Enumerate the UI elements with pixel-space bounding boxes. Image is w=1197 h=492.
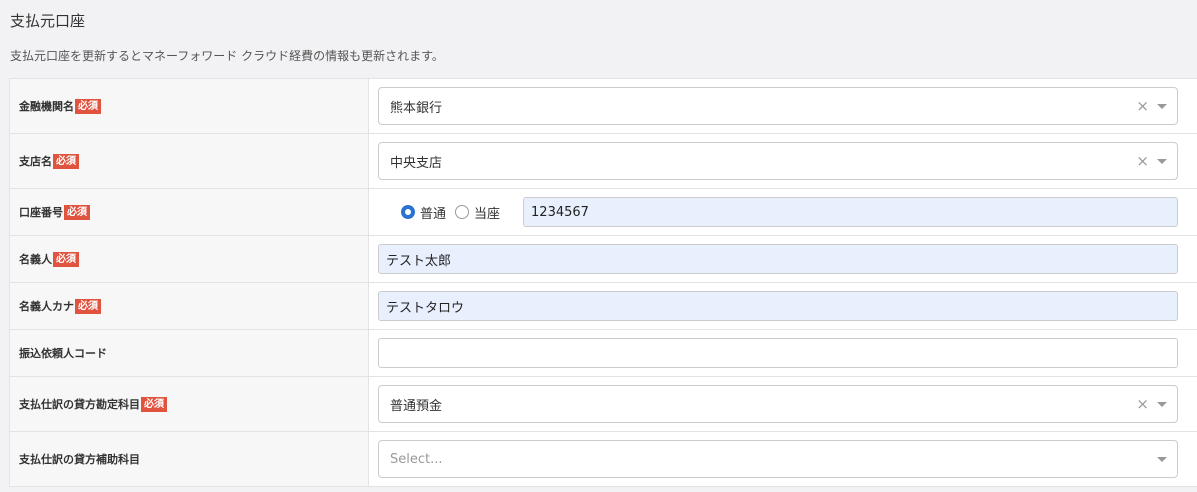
required-badge: 必須 [75, 298, 101, 314]
holder-kana-input[interactable] [378, 291, 1178, 321]
row-holder-kana: 名義人カナ 必須 [9, 283, 1197, 330]
select-controls [1157, 441, 1167, 477]
credit-account-value: 普通預金 [390, 398, 443, 414]
payment-source-account-page: 支払元口座 支払元口座を更新するとマネーフォワード クラウド経費の情報も更新され… [0, 0, 1197, 492]
field-label-requester-code: 振込依頼人コード [19, 347, 107, 360]
label-cell: 金融機関名 必須 [10, 79, 369, 133]
radio-touza-label: 当座 [474, 206, 501, 222]
dropdown-arrow-icon[interactable] [1157, 158, 1167, 164]
required-badge: 必須 [53, 153, 79, 169]
branch-name-select[interactable]: 中央支店 × [378, 142, 1178, 180]
value-cell [369, 330, 1197, 376]
section-title: 支払元口座 [10, 12, 86, 30]
dropdown-arrow-icon[interactable] [1157, 103, 1167, 109]
field-label-branch-name: 支店名 [19, 155, 52, 168]
required-badge: 必須 [53, 251, 79, 267]
row-requester-code: 振込依頼人コード [9, 330, 1197, 377]
branch-name-value: 中央支店 [390, 155, 443, 171]
radio-futsu[interactable]: 普通 [401, 203, 446, 222]
label-cell: 支払仕訳の貸方補助科目 [10, 432, 369, 486]
bank-name-select[interactable]: 熊本銀行 × [378, 87, 1178, 125]
row-credit-account: 支払仕訳の貸方勘定科目 必須 普通預金 × [9, 377, 1197, 432]
account-type-radio-group: 普通 当座 [401, 203, 509, 222]
field-label-holder-name: 名義人 [19, 253, 52, 266]
dropdown-arrow-icon[interactable] [1157, 456, 1167, 462]
value-cell: Select... [369, 432, 1197, 486]
select-controls: × [1136, 386, 1167, 422]
value-cell: 普通 当座 [369, 189, 1197, 235]
row-bank-name: 金融機関名 必須 熊本銀行 × [9, 79, 1197, 134]
row-branch-name: 支店名 必須 中央支店 × [9, 134, 1197, 189]
account-form-table: 金融機関名 必須 熊本銀行 × 支店名 必須 中央支店 × 口座番号 必須 普通… [9, 78, 1197, 487]
radio-checked-icon[interactable] [401, 205, 415, 219]
clear-x-icon[interactable]: × [1136, 396, 1149, 412]
label-cell: 名義人カナ 必須 [10, 283, 369, 329]
bank-name-value: 熊本銀行 [390, 100, 443, 116]
credit-sub-account-select[interactable]: Select... [378, 440, 1178, 478]
value-cell [369, 236, 1197, 282]
field-label-holder-kana: 名義人カナ [19, 300, 74, 313]
radio-futsu-label: 普通 [420, 206, 447, 222]
select-controls: × [1136, 143, 1167, 179]
radio-unchecked-icon[interactable] [455, 205, 470, 219]
credit-account-select[interactable]: 普通預金 × [378, 385, 1178, 423]
value-cell: 中央支店 × [369, 134, 1197, 188]
label-cell: 支払仕訳の貸方勘定科目 必須 [10, 377, 369, 431]
row-holder-name: 名義人 必須 [9, 236, 1197, 283]
row-account-number: 口座番号 必須 普通 当座 [9, 189, 1197, 236]
section-description: 支払元口座を更新するとマネーフォワード クラウド経費の情報も更新されます。 [10, 49, 444, 63]
radio-touza[interactable]: 当座 [455, 203, 500, 222]
label-cell: 支店名 必須 [10, 134, 369, 188]
field-label-bank-name: 金融機関名 [19, 100, 74, 113]
label-cell: 口座番号 必須 [10, 189, 369, 235]
holder-name-input[interactable] [378, 244, 1178, 274]
field-label-credit-account: 支払仕訳の貸方勘定科目 [19, 398, 140, 411]
clear-x-icon[interactable]: × [1136, 98, 1149, 114]
account-number-input[interactable] [523, 197, 1178, 227]
label-cell: 名義人 必須 [10, 236, 369, 282]
label-cell: 振込依頼人コード [10, 330, 369, 376]
field-label-credit-sub-account: 支払仕訳の貸方補助科目 [19, 453, 140, 466]
credit-sub-account-placeholder: Select... [390, 451, 443, 467]
value-cell: 普通預金 × [369, 377, 1197, 431]
select-controls: × [1136, 88, 1167, 124]
dropdown-arrow-icon[interactable] [1157, 401, 1167, 407]
requester-code-input[interactable] [378, 338, 1178, 368]
required-badge: 必須 [75, 98, 101, 114]
required-badge: 必須 [141, 396, 167, 412]
value-cell: 熊本銀行 × [369, 79, 1197, 133]
field-label-account-number: 口座番号 [19, 206, 63, 219]
value-cell [369, 283, 1197, 329]
row-credit-sub-account: 支払仕訳の貸方補助科目 Select... [9, 432, 1197, 487]
required-badge: 必須 [64, 204, 90, 220]
clear-x-icon[interactable]: × [1136, 153, 1149, 169]
